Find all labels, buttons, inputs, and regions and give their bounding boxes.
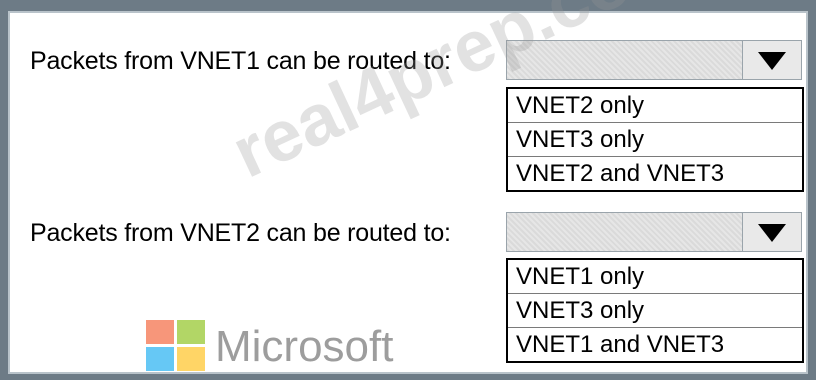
question-2-option-2[interactable]: VNET3 only xyxy=(508,294,802,328)
microsoft-wordmark: Microsoft xyxy=(215,322,394,371)
question-2-options-list: VNET1 only VNET3 only VNET1 and VNET3 xyxy=(506,258,804,363)
question-2-selected-value[interactable] xyxy=(507,213,743,251)
microsoft-logo-icon xyxy=(146,320,210,376)
triangle-down-icon xyxy=(758,52,786,70)
question-panel: Packets from VNET1 can be routed to: VNE… xyxy=(8,11,808,374)
logo-square-green xyxy=(177,320,205,344)
question-1-dropdown-button[interactable] xyxy=(743,41,801,79)
question-2-prompt: Packets from VNET2 can be routed to: xyxy=(30,219,451,247)
logo-square-yellow xyxy=(177,347,205,371)
question-1-option-2[interactable]: VNET3 only xyxy=(508,123,802,157)
question-2-option-3[interactable]: VNET1 and VNET3 xyxy=(508,328,802,361)
question-1-option-3[interactable]: VNET2 and VNET3 xyxy=(508,157,802,190)
screenshot-frame: Packets from VNET1 can be routed to: VNE… xyxy=(0,0,816,380)
triangle-down-icon xyxy=(758,224,786,242)
question-1-options-list: VNET2 only VNET3 only VNET2 and VNET3 xyxy=(506,87,804,192)
question-2-dropdown[interactable] xyxy=(506,212,802,252)
question-2-dropdown-button[interactable] xyxy=(743,213,801,251)
logo-square-blue xyxy=(146,347,174,371)
question-2-option-1[interactable]: VNET1 only xyxy=(508,260,802,294)
question-1-option-1[interactable]: VNET2 only xyxy=(508,89,802,123)
question-1-dropdown[interactable] xyxy=(506,40,802,80)
question-1-prompt: Packets from VNET1 can be routed to: xyxy=(30,47,451,75)
logo-square-red xyxy=(146,320,174,344)
question-1-selected-value[interactable] xyxy=(507,41,743,79)
